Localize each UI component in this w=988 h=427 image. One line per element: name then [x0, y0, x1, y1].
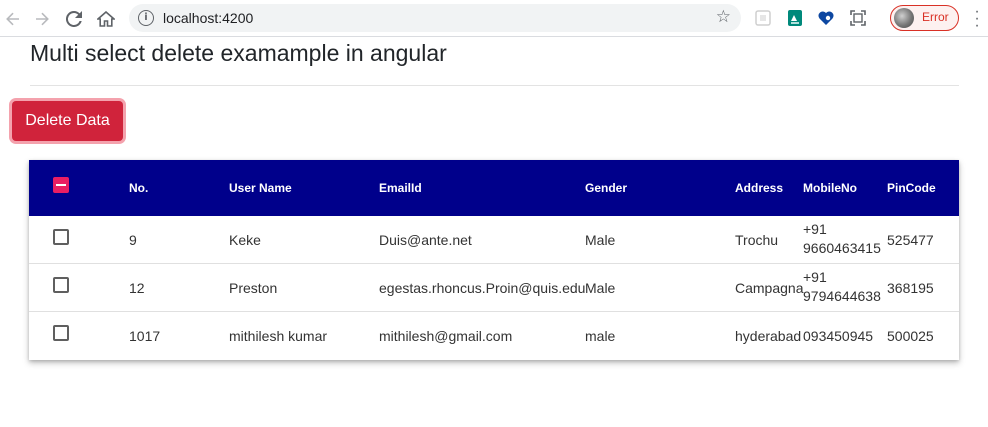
cell-no: 12 [129, 280, 145, 296]
column-header-gender[interactable]: Gender [585, 181, 627, 195]
star-icon[interactable]: ☆ [716, 7, 731, 27]
extension-icon[interactable] [754, 9, 772, 27]
mobile-number: 9660463415 [803, 240, 881, 256]
cell-pincode: 368195 [887, 280, 934, 296]
cell-username: Preston [229, 280, 278, 296]
page-title: Multi select delete examample in angular [30, 40, 447, 66]
table-header: No. User Name EmailId Gender Address Mob… [29, 160, 959, 216]
cell-email: Duis@ante.net [379, 232, 472, 248]
reload-icon[interactable] [61, 6, 87, 32]
mobile-country-code: +91 [803, 221, 827, 237]
avatar [894, 8, 914, 28]
row-checkbox[interactable] [53, 277, 69, 293]
users-table: No. User Name EmailId Gender Address Mob… [29, 160, 959, 360]
cell-email: mithilesh@gmail.com [379, 328, 513, 344]
delete-data-button[interactable]: Delete Data [12, 101, 123, 141]
table-row[interactable]: 1017 mithilesh kumar mithilesh@gmail.com… [29, 312, 959, 360]
cell-pincode: 500025 [887, 328, 934, 344]
column-header-username[interactable]: User Name [229, 181, 292, 195]
cell-gender: Male [585, 280, 616, 296]
row-checkbox[interactable] [53, 325, 69, 341]
cell-no: 1017 [129, 328, 161, 344]
cell-mobile: +91 9660463415 [803, 220, 885, 258]
column-header-pincode[interactable]: PinCode [887, 181, 936, 195]
cell-mobile: 093450945 [803, 328, 874, 344]
url-text: localhost:4200 [163, 10, 254, 26]
cell-address: Campagna [735, 280, 804, 296]
home-icon[interactable] [93, 6, 119, 32]
cell-gender: male [585, 328, 616, 344]
cell-pincode: 525477 [887, 232, 934, 248]
cell-no: 9 [129, 232, 137, 248]
cell-address: hyderabad [735, 328, 802, 344]
select-all-checkbox[interactable] [53, 177, 69, 193]
mobile-country-code: +91 [803, 269, 827, 285]
cell-address: Trochu [735, 232, 779, 248]
browser-toolbar: i localhost:4200 ☆ Error · · · [0, 0, 988, 37]
cell-gender: Male [585, 232, 616, 248]
forward-arrow-icon[interactable] [29, 6, 55, 32]
extension-icon[interactable] [786, 9, 804, 27]
column-header-no[interactable]: No. [129, 181, 148, 195]
mobile-number: 9794644638 [803, 288, 881, 304]
table-row[interactable]: 12 Preston egestas.rhoncus.Proin@quis.ed… [29, 264, 959, 312]
cell-username: Keke [229, 232, 261, 248]
address-bar[interactable]: i localhost:4200 ☆ [129, 4, 741, 32]
cell-email: egestas.rhoncus.Proin@quis.edu [379, 280, 586, 296]
profile-error-button[interactable]: Error [890, 5, 959, 31]
menu-dots-icon[interactable]: · · · [972, 4, 982, 34]
divider [30, 85, 959, 86]
cell-username: mithilesh kumar [229, 328, 328, 344]
table-row[interactable]: 9 Keke Duis@ante.net Male Trochu +91 966… [29, 216, 959, 264]
extension-icon[interactable] [817, 9, 835, 27]
screenshot-icon[interactable] [849, 9, 867, 27]
info-icon[interactable]: i [138, 10, 154, 26]
back-arrow-icon[interactable] [0, 6, 26, 32]
column-header-email[interactable]: EmailId [379, 181, 422, 195]
cell-mobile: +91 9794644638 [803, 268, 885, 306]
column-header-address[interactable]: Address [735, 181, 783, 195]
row-checkbox[interactable] [53, 229, 69, 245]
profile-status-text: Error [922, 10, 949, 24]
column-header-mobile[interactable]: MobileNo [803, 181, 857, 195]
